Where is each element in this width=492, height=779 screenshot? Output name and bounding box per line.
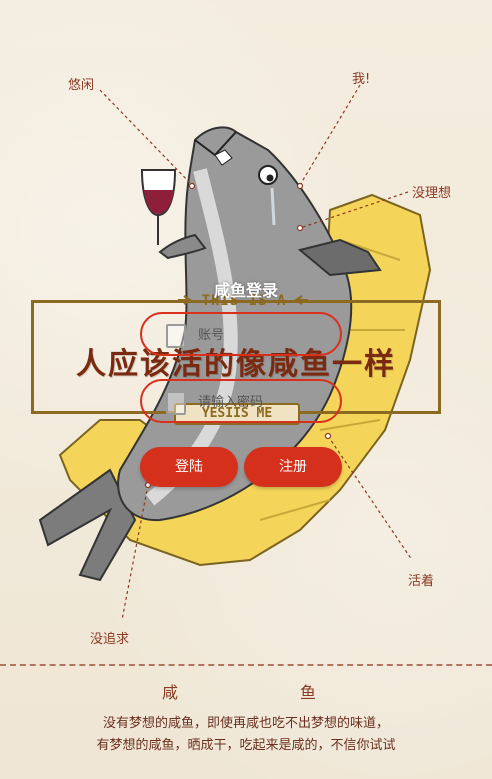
annotation-alive: 活着 <box>408 574 435 589</box>
annotation-no-pursuit: 没追求 <box>90 632 130 647</box>
password-input[interactable] <box>198 391 328 413</box>
footer-line-2: 有梦想的咸鱼，晒成干，吃起来是咸的，不信你试试 <box>96 738 396 753</box>
annotation-leisure: 悠闲 <box>68 78 95 93</box>
register-button[interactable]: 注册 <box>244 447 342 487</box>
user-icon <box>166 324 186 348</box>
footer-line-1: 没有梦想的咸鱼，即使再咸也吃不出梦想的味道， <box>102 716 389 731</box>
footer-title-right: 鱼 <box>300 683 317 702</box>
login-button[interactable]: 登陆 <box>140 447 238 487</box>
dashed-divider <box>0 664 492 666</box>
account-input[interactable] <box>198 324 328 346</box>
login-title: 咸鱼登录 <box>213 281 278 300</box>
account-field <box>140 312 342 356</box>
footer-title-left: 咸 <box>162 683 179 702</box>
annotation-ideal: 没理想 <box>412 186 452 201</box>
password-field <box>140 379 342 423</box>
annotation-me: 我! <box>352 72 371 87</box>
fish-eye <box>258 165 278 185</box>
lock-icon <box>166 391 186 415</box>
